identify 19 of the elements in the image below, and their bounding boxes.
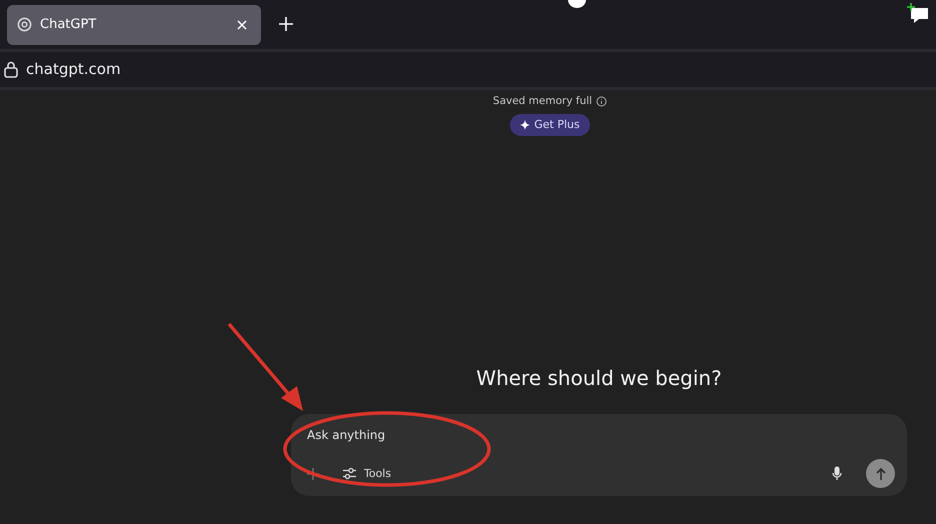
tab-title: ChatGPT xyxy=(40,16,98,34)
arrow-up-icon xyxy=(876,468,886,480)
message-input[interactable]: Ask anything xyxy=(307,426,607,444)
sliders-icon xyxy=(343,467,356,480)
logo-icon xyxy=(17,17,32,32)
heading: Where should we begin? xyxy=(476,366,722,390)
memory-notice: Saved memory full xyxy=(492,94,592,109)
sparkle-icon xyxy=(520,120,530,130)
browser-tab[interactable]: ChatGPT xyxy=(7,4,261,44)
plus-icon[interactable] xyxy=(307,468,319,480)
address-text[interactable]: chatgpt.com xyxy=(26,58,121,81)
microphone-icon[interactable] xyxy=(832,466,842,482)
close-icon xyxy=(237,20,247,30)
info-icon[interactable] xyxy=(596,96,608,108)
lock-icon xyxy=(4,61,18,78)
get-plus-button[interactable]: Get Plus xyxy=(510,114,590,136)
send-button[interactable] xyxy=(866,459,895,488)
tools-button[interactable]: Tools xyxy=(343,466,392,482)
plus-icon xyxy=(279,17,293,32)
